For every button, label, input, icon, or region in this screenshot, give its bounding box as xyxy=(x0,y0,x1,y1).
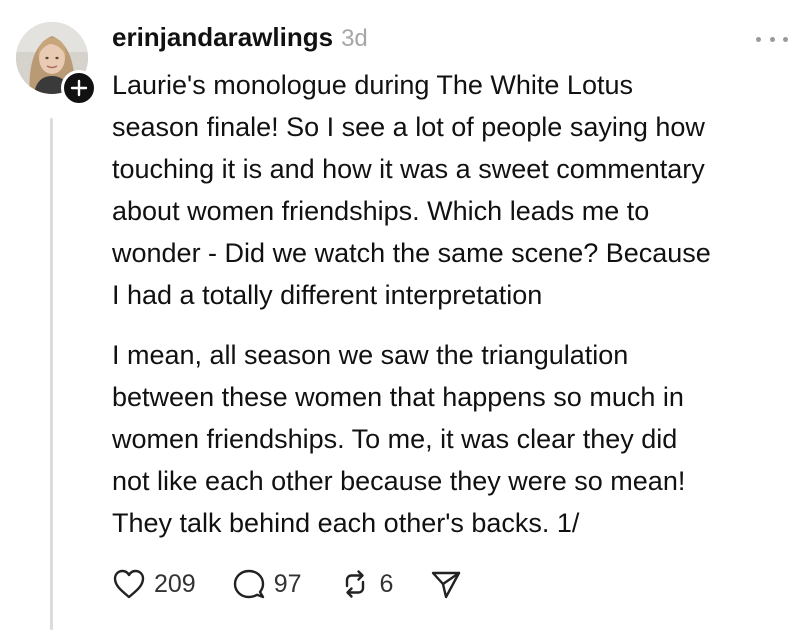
follow-button[interactable] xyxy=(61,70,97,106)
thread-connector-line xyxy=(50,118,53,630)
send-icon xyxy=(432,571,461,599)
author-username[interactable]: erinjandarawlings xyxy=(112,22,333,53)
post-paragraph: I mean, all season we saw the triangulat… xyxy=(112,340,686,538)
heart-icon xyxy=(113,569,145,599)
thread-post: erinjandarawlings 3d Laurie's monologue … xyxy=(0,0,803,635)
author-avatar[interactable] xyxy=(16,22,97,106)
post-body: Laurie's monologue during The White Lotu… xyxy=(112,64,796,544)
post-paragraph: Laurie's monologue during The White Lotu… xyxy=(112,70,711,310)
more-horizontal-icon-dot xyxy=(769,36,775,42)
post-header: erinjandarawlings 3d xyxy=(112,22,368,53)
repost-button[interactable]: 6 xyxy=(338,568,394,600)
repost-count: 6 xyxy=(379,569,394,598)
more-horizontal-icon xyxy=(756,36,761,42)
repost-icon xyxy=(345,570,364,598)
reply-count: 97 xyxy=(273,569,302,598)
plus-icon xyxy=(70,79,88,97)
share-button[interactable] xyxy=(429,568,463,600)
post-timestamp[interactable]: 3d xyxy=(341,25,368,53)
more-horizontal-icon-dot xyxy=(783,36,788,42)
like-button[interactable]: 209 xyxy=(112,568,196,600)
post-actions: 209 97 6 xyxy=(112,564,499,604)
reply-button[interactable]: 97 xyxy=(232,568,302,600)
comment-icon xyxy=(233,569,264,599)
more-options-button[interactable] xyxy=(756,34,788,44)
like-count: 209 xyxy=(154,569,196,598)
